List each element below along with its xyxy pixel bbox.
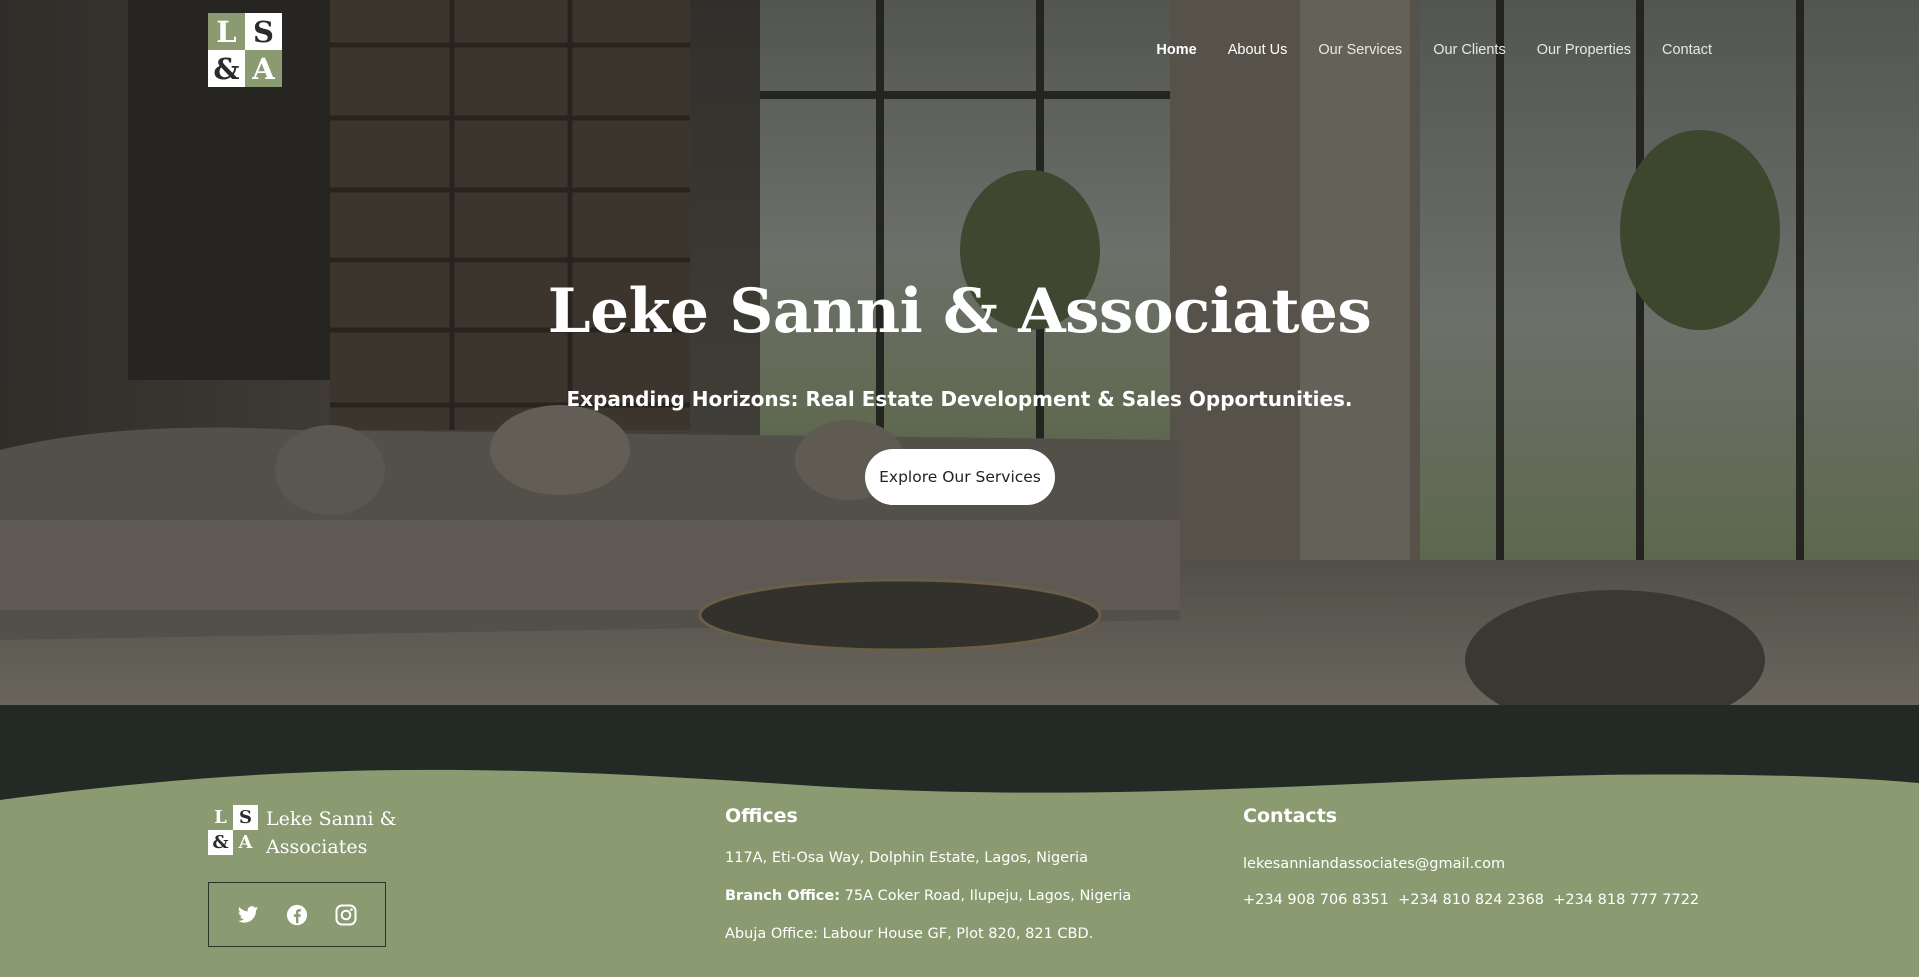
footer-brand-name: Leke Sanni & Associates	[266, 805, 406, 861]
main-navigation: Home About Us Our Services Our Clients O…	[1125, 42, 1712, 58]
logo-letter: S	[245, 13, 282, 50]
explore-services-button[interactable]: Explore Our Services	[865, 449, 1055, 505]
logo-letter: &	[208, 830, 233, 855]
nav-item-contact[interactable]: Contact	[1662, 42, 1712, 58]
contact-email-link[interactable]: lekesanniandassociates@gmail.com	[1243, 856, 1505, 872]
offices-heading: Offices	[725, 805, 798, 827]
twitter-icon[interactable]	[235, 902, 261, 928]
office-address-main: 117A, Eti-Osa Way, Dolphin Estate, Lagos…	[725, 850, 1088, 866]
office-address-abuja: Abuja Office: Labour House GF, Plot 820,…	[725, 926, 1094, 942]
footer-logo: L S & A	[208, 805, 258, 855]
footer-brand[interactable]: L S & A Leke Sanni & Associates	[208, 805, 406, 861]
brand-logo[interactable]: L S & A	[208, 13, 282, 87]
hero-subtitle: Expanding Horizons: Real Estate Developm…	[566, 387, 1353, 411]
nav-item-our-services[interactable]: Our Services	[1318, 42, 1402, 58]
branch-office-label: Branch Office:	[725, 888, 841, 904]
instagram-icon[interactable]	[333, 902, 359, 928]
office-address-branch: Branch Office: 75A Coker Road, Ilupeju, …	[725, 888, 1131, 904]
contacts-heading: Contacts	[1243, 805, 1338, 827]
nav-item-our-clients[interactable]: Our Clients	[1433, 42, 1506, 58]
branch-office-address: 75A Coker Road, Ilupeju, Lagos, Nigeria	[840, 888, 1132, 904]
facebook-icon[interactable]	[284, 902, 310, 928]
site-footer: L S & A Leke Sanni & Associates Offices …	[0, 705, 1919, 977]
logo-letter: &	[208, 50, 245, 87]
logo-letter: A	[245, 50, 282, 87]
nav-item-about-us[interactable]: About Us	[1228, 42, 1288, 58]
brand-name-line: Associates	[266, 836, 368, 858]
logo-letter: L	[208, 13, 245, 50]
social-links	[208, 882, 386, 947]
contact-phone-numbers[interactable]: +234 908 706 8351 +234 810 824 2368 +234…	[1243, 892, 1699, 908]
hero-title: Leke Sanni & Associates	[547, 276, 1372, 347]
nav-item-our-properties[interactable]: Our Properties	[1537, 42, 1631, 58]
logo-letter: L	[208, 805, 233, 830]
nav-item-home[interactable]: Home	[1156, 42, 1196, 58]
hero-overlay	[0, 0, 1919, 705]
logo-letter: S	[233, 805, 258, 830]
logo-letter: A	[233, 830, 258, 855]
brand-name-line: Leke Sanni &	[266, 808, 397, 830]
hero-section: L S & A Home About Us Our Services Our C…	[0, 0, 1919, 705]
